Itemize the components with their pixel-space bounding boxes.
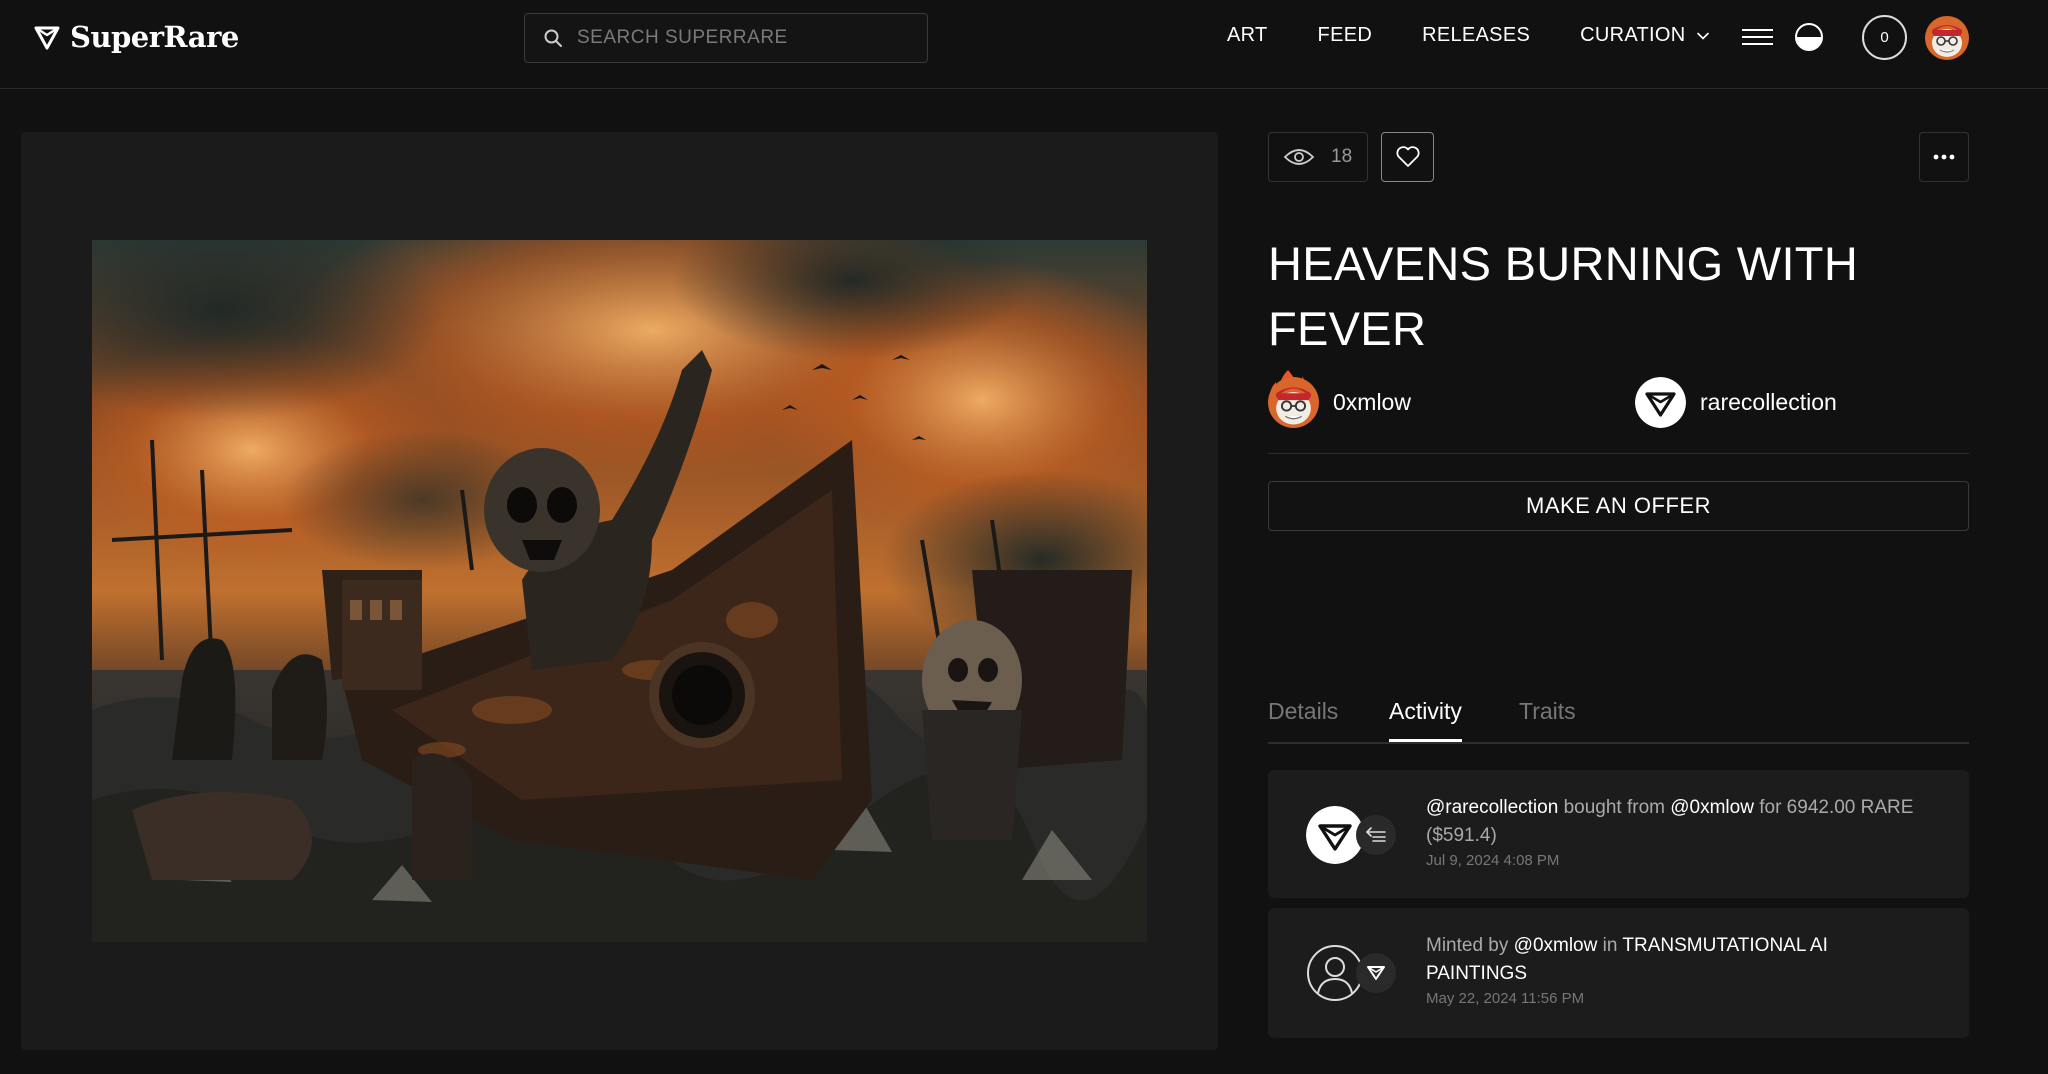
activity-item: Minted by @0xmlow in TRANSMUTATIONAL AI … <box>1268 908 1969 1038</box>
activity-prefix: Minted by <box>1426 935 1514 956</box>
nav-curation[interactable]: CURATION <box>1580 24 1711 47</box>
activity-actor-link[interactable]: @rarecollection <box>1426 797 1558 818</box>
activity-verb: bought from <box>1558 797 1671 818</box>
user-avatar[interactable] <box>1925 16 1969 60</box>
artwork-title-text: HEAVENS BURNING WITH FEVER <box>1268 237 1859 355</box>
nav-curation-label: CURATION <box>1580 24 1686 46</box>
artist-avatar <box>1268 377 1319 428</box>
superrare-diamond-icon <box>1635 377 1686 428</box>
more-options-button[interactable] <box>1919 132 1969 182</box>
heart-icon <box>1395 146 1420 167</box>
tab-bar: Details Activity Traits <box>1268 694 1969 744</box>
view-count-box: 18 <box>1268 132 1368 182</box>
chevron-down-icon <box>1697 32 1710 40</box>
activity-text: @rarecollection bought from @0xmlow for … <box>1426 794 1926 872</box>
activity-timestamp: Jul 9, 2024 4:08 PM <box>1426 852 1560 869</box>
section-divider <box>1268 453 1969 454</box>
avatar-image <box>1925 16 1969 60</box>
superrare-diamond-icon <box>1367 966 1385 980</box>
artwork-painting <box>92 240 1147 942</box>
activity-text: Minted by @0xmlow in TRANSMUTATIONAL AI … <box>1426 932 1926 1010</box>
site-header: SuperRare ART FEED RELEASES CURATION 0 <box>0 0 2048 89</box>
theme-toggle-icon[interactable] <box>1794 22 1824 52</box>
activity-timestamp: May 22, 2024 11:56 PM <box>1426 990 1585 1007</box>
search-input[interactable] <box>577 27 917 49</box>
owner-avatar <box>1635 377 1686 428</box>
artwork-image[interactable] <box>92 240 1147 942</box>
owner-name: rarecollection <box>1700 389 1837 415</box>
search-icon <box>544 29 562 47</box>
superrare-logo[interactable]: SuperRare <box>32 20 239 54</box>
transfer-badge <box>1356 815 1396 855</box>
main-nav: ART FEED RELEASES CURATION <box>1227 24 1711 47</box>
tab-details[interactable]: Details <box>1268 698 1338 739</box>
nav-feed[interactable]: FEED <box>1318 24 1373 47</box>
nav-art[interactable]: ART <box>1227 24 1268 47</box>
cart-count-badge[interactable]: 0 <box>1862 15 1907 60</box>
nav-releases[interactable]: RELEASES <box>1422 24 1530 47</box>
menu-icon[interactable] <box>1741 24 1774 50</box>
make-offer-button[interactable]: MAKE AN OFFER <box>1268 481 1969 531</box>
activity-item: @rarecollection bought from @0xmlow for … <box>1268 770 1969 898</box>
tab-activity[interactable]: Activity <box>1389 698 1462 742</box>
search-bar[interactable] <box>524 13 928 63</box>
more-icon <box>1933 154 1955 160</box>
view-count: 18 <box>1331 146 1353 167</box>
artist-link[interactable]: 0xmlow <box>1268 377 1411 428</box>
transfer-icon <box>1366 827 1386 842</box>
cart-count: 0 <box>1880 29 1889 46</box>
artwork-panel <box>21 132 1218 1050</box>
favorite-button[interactable] <box>1381 132 1434 182</box>
eye-icon <box>1283 149 1315 165</box>
activity-actor-link[interactable]: @0xmlow <box>1514 935 1598 956</box>
superrare-logo-icon <box>34 26 60 50</box>
creator-owner-row: 0xmlow rarecollection <box>1268 377 1968 431</box>
activity-mid: in <box>1597 935 1623 956</box>
tab-traits[interactable]: Traits <box>1519 698 1576 739</box>
artist-name: 0xmlow <box>1333 389 1411 415</box>
mint-badge <box>1356 953 1396 993</box>
activity-target-link[interactable]: @0xmlow <box>1670 797 1754 818</box>
logo-text: SuperRare <box>70 20 239 54</box>
owner-link[interactable]: rarecollection <box>1635 377 1837 428</box>
